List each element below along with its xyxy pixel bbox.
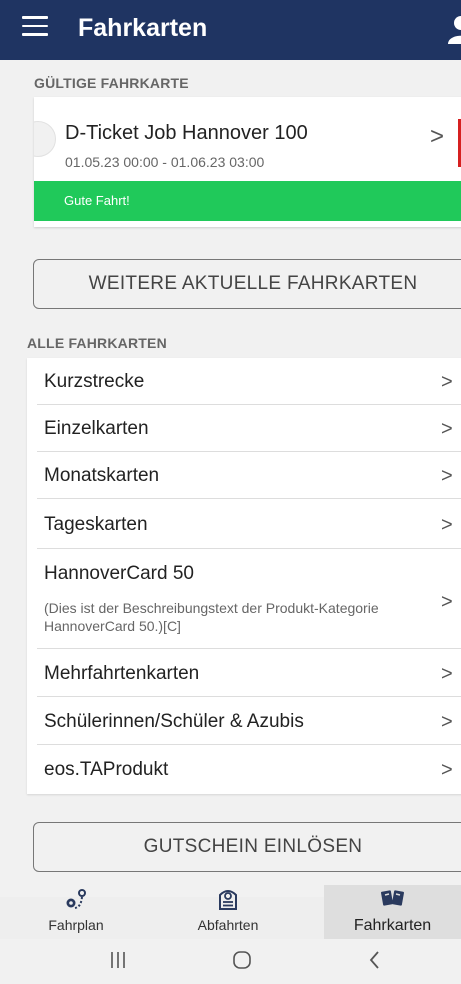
all-tickets-section-title: ALLE FAHRKARTEN [27, 335, 167, 351]
list-item-label: Kurzstrecke [44, 371, 145, 392]
ticket-status-banner: Gute Fahrt! [34, 181, 461, 221]
tickets-icon [380, 890, 404, 906]
tab-fahrplan[interactable]: Fahrplan [0, 885, 152, 939]
more-current-tickets-button[interactable]: WEITERE AKTUELLE FAHRKARTEN [33, 259, 461, 309]
list-item-schueler-azubis[interactable]: Schülerinnen/Schüler & Azubis > [27, 697, 461, 745]
list-item-mehrfahrtenkarten[interactable]: Mehrfahrtenkarten > [27, 649, 461, 697]
chevron-right-icon: > [441, 759, 453, 781]
hamburger-menu-icon[interactable] [22, 16, 48, 40]
chevron-right-icon: > [441, 514, 453, 536]
list-item-label: eos.TAProdukt [44, 759, 169, 780]
page-title: Fahrkarten [78, 14, 208, 42]
chevron-right-icon: > [441, 663, 453, 685]
list-item-tageskarten[interactable]: Tageskarten > [27, 499, 461, 549]
back-icon[interactable] [345, 939, 405, 981]
tab-abfahrten[interactable]: Abfahrten [152, 885, 304, 939]
chevron-right-icon: > [441, 465, 453, 487]
list-item-label: HannoverCard 50 [44, 563, 194, 584]
chevron-right-icon: > [430, 123, 445, 150]
chevron-right-icon: > [441, 591, 453, 613]
system-navigation-bar [0, 939, 461, 981]
chevron-right-icon: > [441, 711, 453, 733]
home-icon[interactable] [212, 939, 272, 981]
list-item-label: Monatskarten [44, 465, 160, 486]
ticket-notch [34, 121, 56, 157]
list-item-label: Tageskarten [44, 514, 148, 535]
chevron-right-icon: > [441, 371, 453, 393]
list-item-einzelkarten[interactable]: Einzelkarten > [27, 405, 461, 452]
list-item-description: (Dies ist der Beschreibungstext der Prod… [44, 600, 379, 634]
ticket-category-list: Kurzstrecke > Einzelkarten > Monatskarte… [27, 358, 461, 794]
route-pin-icon [66, 889, 86, 909]
departure-board-icon [219, 890, 237, 910]
list-item-monatskarten[interactable]: Monatskarten > [27, 452, 461, 499]
valid-ticket-card[interactable]: D-Ticket Job Hannover 100 01.05.23 00:00… [34, 97, 461, 227]
ticket-name: D-Ticket Job Hannover 100 [65, 122, 308, 144]
list-item-hannovercard-50[interactable]: HannoverCard 50 (Dies ist der Beschreibu… [27, 549, 461, 649]
valid-ticket-section-title: GÜLTIGE FAHRKARTE [34, 75, 189, 91]
bottom-navigation: Fahrplan Abfahrten Fahrkarten [0, 885, 461, 939]
list-item-label: Schülerinnen/Schüler & Azubis [44, 711, 304, 732]
list-item-eos-taprodukt[interactable]: eos.TAProdukt > [27, 745, 461, 794]
tab-label: Abfahrten [197, 917, 259, 933]
list-item-label: Mehrfahrtenkarten [44, 663, 200, 684]
tab-label: Fahrplan [48, 917, 104, 933]
chevron-right-icon: > [441, 418, 453, 440]
tab-fahrkarten[interactable]: Fahrkarten [324, 885, 461, 939]
tab-label: Fahrkarten [353, 917, 432, 934]
recent-apps-icon[interactable] [88, 939, 148, 981]
app-header: Fahrkarten [0, 0, 461, 60]
list-item-kurzstrecke[interactable]: Kurzstrecke > [27, 358, 461, 405]
redeem-voucher-button[interactable]: GUTSCHEIN EINLÖSEN [33, 822, 461, 872]
list-item-label: Einzelkarten [44, 418, 149, 439]
ticket-validity: 01.05.23 00:00 - 01.06.23 03:00 [65, 154, 265, 170]
user-icon[interactable] [448, 14, 461, 44]
